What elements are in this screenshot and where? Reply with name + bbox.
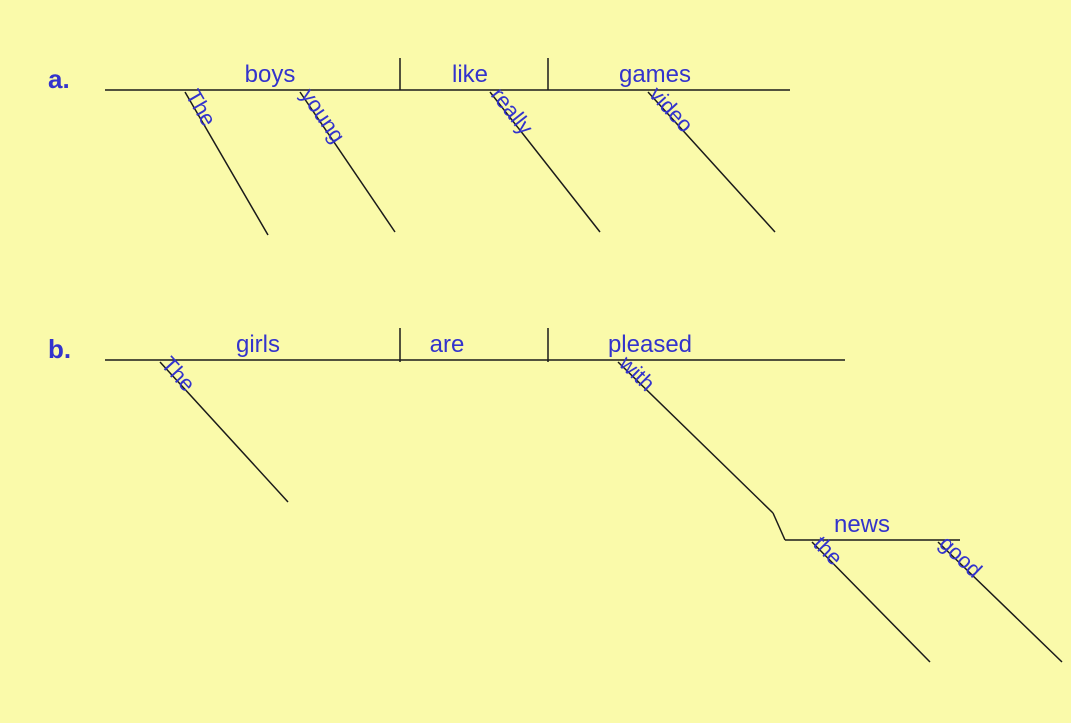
connector-with-news xyxy=(773,513,785,540)
word-like: like xyxy=(452,61,488,88)
word-the-a: The xyxy=(181,85,222,130)
label-b: b. xyxy=(48,334,71,364)
word-good: good xyxy=(935,531,988,583)
label-a: a. xyxy=(48,64,70,94)
word-pleased: pleased xyxy=(608,331,692,358)
word-news: news xyxy=(834,511,890,538)
word-the-b: The xyxy=(156,352,200,397)
word-boys: boys xyxy=(245,61,296,88)
word-really-a: really xyxy=(486,83,538,140)
word-games: games xyxy=(619,61,691,88)
word-girls: girls xyxy=(236,331,280,358)
word-are: are xyxy=(430,331,465,358)
word-young-a: young xyxy=(296,84,350,148)
